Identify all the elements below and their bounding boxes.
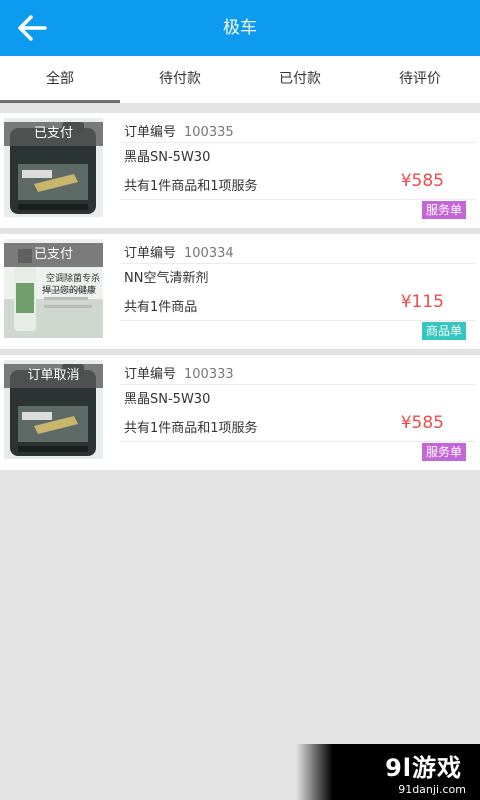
divider <box>120 199 476 200</box>
order-price: ¥115 <box>400 292 444 312</box>
order-type-badge: 服务单 <box>421 201 466 219</box>
divider <box>120 384 476 385</box>
order-status-badge: 已支付 <box>4 122 103 146</box>
product-name: 黑晶SN-5W30 <box>124 392 211 407</box>
order-status-badge: 订单取消 <box>4 364 103 388</box>
order-type-badge: 服务单 <box>421 443 466 461</box>
order-card[interactable]: 订单取消 订单编号 100333 黑晶SN-5W30 共有1件商品和1项服务 ¥5… <box>0 355 480 470</box>
order-price: ¥585 <box>400 413 444 433</box>
order-card[interactable]: 已支付 空调除菌专杀 捍卫您的健康 订单编号 100334 NN空气清新剂 共有1… <box>0 234 480 349</box>
order-tabs: 全部 待付款 已付款 待评价 <box>0 56 480 103</box>
order-summary: 共有1件商品和1项服务 <box>124 179 258 194</box>
order-type-badge: 商品单 <box>421 322 466 340</box>
order-list: 已支付 订单编号 100335 黑晶SN-5W30 共有1件商品和1项服务 ¥58… <box>0 113 480 476</box>
tab-paid[interactable]: 已付款 <box>240 56 360 103</box>
watermark-logo: 9l游戏 <box>385 754 462 782</box>
product-name: 黑晶SN-5W30 <box>124 150 211 165</box>
order-number: 100333 <box>184 367 234 382</box>
order-summary: 共有1件商品 <box>124 300 198 315</box>
divider <box>120 263 476 264</box>
product-name: NN空气清新剂 <box>124 271 209 286</box>
app-header: 极车 <box>0 0 480 56</box>
order-info: 订单编号 100334 NN空气清新剂 共有1件商品 ¥115 商品单 <box>120 234 476 349</box>
order-card[interactable]: 已支付 订单编号 100335 黑晶SN-5W30 共有1件商品和1项服务 ¥58… <box>0 113 480 228</box>
tab-pending-review[interactable]: 待评价 <box>360 56 480 103</box>
order-price: ¥585 <box>400 171 444 191</box>
order-summary: 共有1件商品和1项服务 <box>124 421 258 436</box>
order-number-label: 订单编号 <box>124 367 177 382</box>
product-image: 已支付 空调除菌专杀 捍卫您的健康 <box>4 239 103 338</box>
divider <box>0 103 480 113</box>
order-info: 订单编号 100335 黑晶SN-5W30 共有1件商品和1项服务 ¥585 服务… <box>120 113 476 228</box>
page-title: 极车 <box>223 18 257 38</box>
order-number-row: 订单编号 100333 <box>124 363 234 382</box>
product-image: 订单取消 <box>4 360 103 459</box>
tab-all[interactable]: 全部 <box>0 56 120 103</box>
tab-pending-payment[interactable]: 待付款 <box>120 56 240 103</box>
divider <box>120 441 476 442</box>
product-image-caption: 捍卫您的健康 <box>42 286 97 296</box>
order-number: 100334 <box>184 246 234 261</box>
divider <box>120 142 476 143</box>
order-number-label: 订单编号 <box>124 246 177 261</box>
order-number-row: 订单编号 100334 <box>124 242 234 261</box>
watermark: 9l游戏 91danji.com <box>296 744 480 800</box>
order-status-badge: 已支付 <box>4 243 103 267</box>
divider <box>120 320 476 321</box>
order-number: 100335 <box>184 125 234 140</box>
product-image: 已支付 <box>4 118 103 217</box>
order-number-row: 订单编号 100335 <box>124 121 234 140</box>
watermark-url: 91danji.com <box>398 783 466 796</box>
order-info: 订单编号 100333 黑晶SN-5W30 共有1件商品和1项服务 ¥585 服务… <box>120 355 476 470</box>
order-number-label: 订单编号 <box>124 125 177 140</box>
